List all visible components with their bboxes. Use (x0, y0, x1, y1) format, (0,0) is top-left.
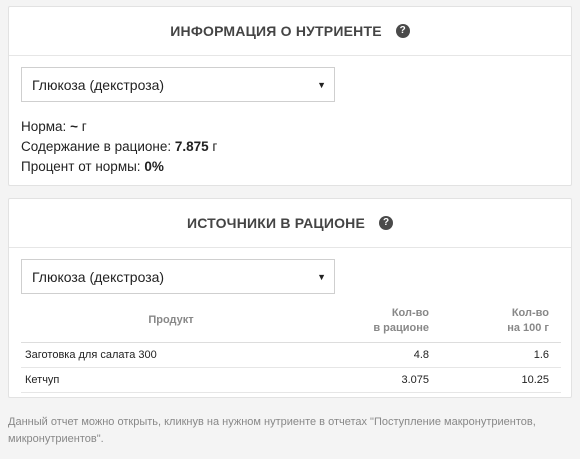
norm-line: Норма: ~ г (21, 117, 217, 137)
sources-select-value: Глюкоза (декстроза) (32, 268, 165, 285)
table-header-row: Продукт Кол-во в рационе Кол-во на 100 г (21, 300, 561, 343)
nutrient-info-details: Норма: ~ г Содержание в рационе: 7.875 г… (21, 117, 217, 177)
row-per100: 1.6 (441, 342, 561, 368)
row-per100: 10.25 (441, 367, 561, 393)
caret-down-icon: ▼ (317, 79, 326, 90)
row-product: Кетчуп (21, 367, 321, 393)
column-header-product[interactable]: Продукт (21, 300, 321, 343)
nutrient-select-value: Глюкоза (декстроза) (32, 76, 165, 93)
table-row: Заготовка для салата 300 4.8 1.6 (21, 342, 561, 368)
row-product: Заготовка для салата 300 (21, 342, 321, 368)
nutrient-info-header: Информация о нутриенте ? (9, 7, 571, 56)
row-amount: 3.075 (321, 367, 441, 393)
table-row: Кетчуп 3.075 10.25 (21, 367, 561, 393)
caret-down-icon: ▼ (317, 271, 326, 282)
question-circle-icon[interactable]: ? (379, 216, 394, 230)
content-label: Содержание в рационе: (21, 139, 172, 154)
nutrient-info-panel: Информация о нутриенте ? Глюкоза (декстр… (8, 6, 572, 186)
percent-label: Процент от нормы: (21, 159, 141, 174)
norm-unit: г (81, 119, 87, 134)
column-header-amount[interactable]: Кол-во в рационе (321, 300, 441, 343)
sources-nutrient-select[interactable]: Глюкоза (декстроза) ▼ (21, 259, 335, 294)
content-unit: г (212, 139, 218, 154)
content-value: 7.875 (174, 139, 209, 154)
nutrient-select[interactable]: Глюкоза (декстроза) ▼ (21, 67, 335, 102)
sources-table: Продукт Кол-во в рационе Кол-во на 100 г… (21, 300, 561, 393)
sources-title: Источники в рационе (186, 215, 366, 231)
percent-value: 0% (144, 159, 164, 174)
content-line: Содержание в рационе: 7.875 г (21, 137, 217, 157)
sources-panel: Источники в рационе ? Глюкоза (декстроза… (8, 198, 572, 398)
question-circle-icon[interactable]: ? (395, 24, 410, 38)
sources-header: Источники в рационе ? (9, 199, 571, 248)
norm-label: Норма: (21, 119, 67, 134)
nutrient-info-title: Информация о нутриенте (170, 23, 382, 39)
column-header-per100[interactable]: Кол-во на 100 г (441, 300, 561, 343)
norm-value: ~ (70, 119, 78, 134)
row-amount: 4.8 (321, 342, 441, 368)
footnote: Данный отчет можно открыть, кликнув на н… (8, 416, 536, 445)
percent-line: Процент от нормы: 0% (21, 157, 217, 177)
